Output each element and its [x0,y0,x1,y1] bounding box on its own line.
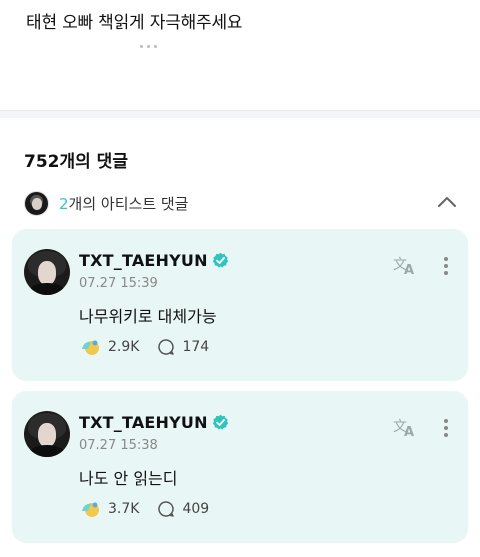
post-body-text: 태현 오빠 책읽게 자극해주세요 [26,13,243,33]
comment-count-title: 752개의 댓글 [24,152,128,172]
translate-icon[interactable]: 文 A [393,254,417,276]
reply-count: 174 [182,339,210,355]
like-count: 2.9K [108,339,140,355]
section-divider [0,110,480,118]
like-count: 3.7K [108,501,140,517]
artist-comment-card: TXT_TAEHYUN 07.27 15:39 나무위키로 대체가능 文 A 2… [12,229,468,381]
avatar[interactable] [24,249,70,295]
artist-mini-avatar [24,190,49,216]
artist-comment-card: TXT_TAEHYUN 07.27 15:38 나도 안 읽는디 文 A 3.7… [12,391,468,543]
comment-timestamp: 07.27 15:38 [79,438,158,453]
like-reaction-icon[interactable] [79,499,101,519]
avatar[interactable] [24,411,70,457]
translate-icon[interactable]: 文 A [393,416,417,438]
comment-text: 나도 안 읽는디 [79,469,178,488]
comment-author[interactable]: TXT_TAEHYUN [79,413,208,432]
artist-comments-label: 2개의 아티스트 댓글 [59,193,188,214]
reply-count: 409 [182,501,210,517]
svg-text:A: A [404,263,414,276]
post-text-fragment [140,33,170,48]
comment-stats: 2.9K 174 [79,337,209,357]
comment-text: 나무위키로 대체가능 [79,307,217,326]
reply-bubble-icon[interactable] [157,338,175,356]
svg-text:A: A [404,425,414,438]
verified-badge-icon [212,252,228,268]
artist-comment-label-text: 개의 아티스트 댓글 [68,194,189,213]
comment-timestamp: 07.27 15:39 [79,276,158,291]
more-vertical-icon[interactable] [440,255,452,277]
verified-badge-icon [212,414,228,430]
comment-stats: 3.7K 409 [79,499,209,519]
more-vertical-icon[interactable] [440,417,452,439]
reply-bubble-icon[interactable] [157,500,175,518]
artist-comment-count: 2 [59,194,69,213]
artist-comments-toggle[interactable]: 2개의 아티스트 댓글 [24,189,464,217]
like-reaction-icon[interactable] [79,337,101,357]
comment-author[interactable]: TXT_TAEHYUN [79,251,208,270]
chevron-up-icon[interactable] [436,191,458,213]
